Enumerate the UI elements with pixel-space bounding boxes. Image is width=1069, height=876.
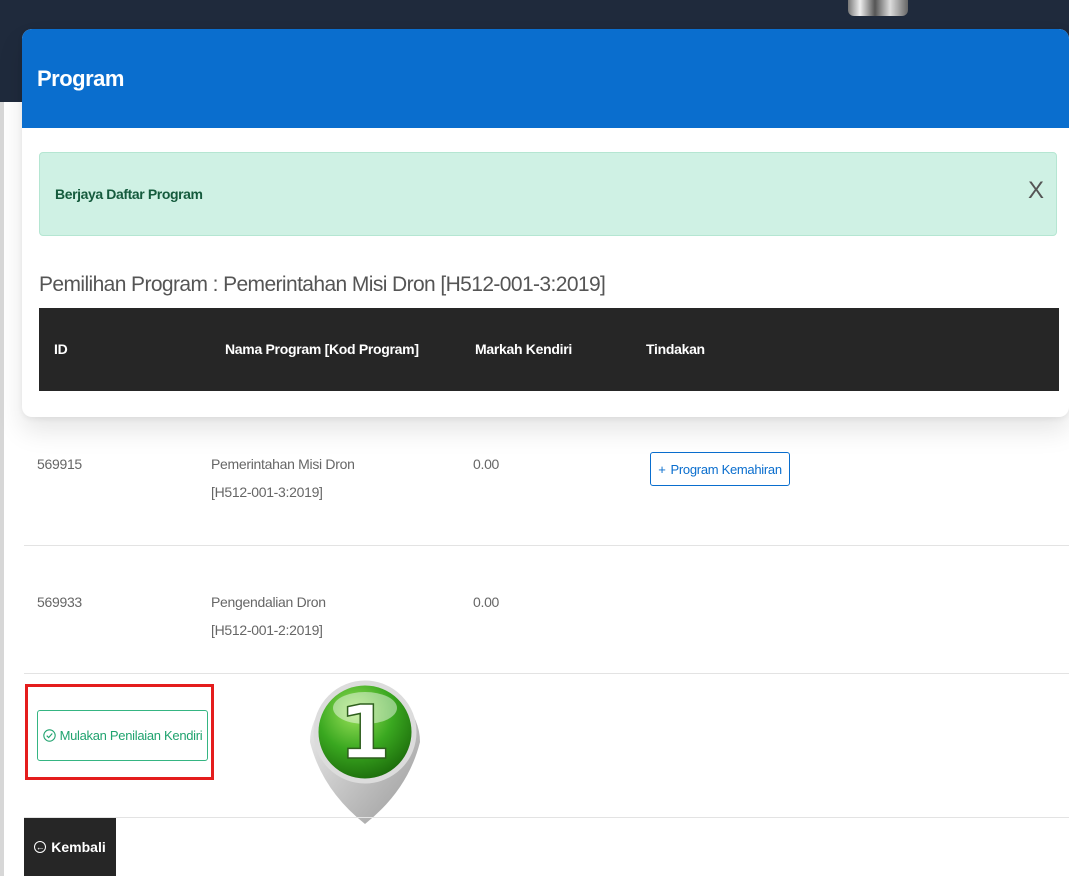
alert-message: Berjaya Daftar Program — [55, 186, 203, 202]
header-name: Nama Program [Kod Program] — [225, 341, 419, 357]
row-code: [H512-001-3:2019] — [211, 484, 323, 500]
selection-title: Pemilihan Program : Pemerintahan Misi Dr… — [39, 273, 606, 296]
row-divider — [24, 545, 1069, 546]
header-id: ID — [54, 341, 68, 357]
row-divider — [24, 817, 1069, 818]
header-action: Tindakan — [646, 341, 705, 357]
header-artwork — [848, 0, 908, 16]
row-id: 569933 — [37, 594, 82, 610]
row-name: Pemerintahan Misi Dron — [211, 456, 355, 472]
step-number: 1 — [339, 690, 391, 776]
card-title: Program — [37, 65, 124, 91]
left-border — [0, 102, 4, 876]
row-name: Pengendalian Dron — [211, 594, 326, 610]
alert-close-button[interactable]: X — [1028, 177, 1044, 205]
row-score: 0.00 — [473, 594, 500, 610]
success-alert: Berjaya Daftar Program X — [39, 152, 1057, 236]
row-divider — [24, 673, 1069, 674]
table-header: ID Nama Program [Kod Program] Markah Ken… — [39, 308, 1059, 391]
button-label: Kembali — [51, 839, 106, 855]
row-score: 0.00 — [473, 456, 500, 472]
button-label: Program Kemahiran — [670, 461, 783, 477]
card-header: Program — [22, 29, 1069, 128]
highlight-box — [25, 684, 214, 780]
row-id: 569915 — [37, 456, 82, 472]
header-score: Markah Kendiri — [475, 341, 572, 357]
back-button[interactable]: ← Kembali — [24, 818, 116, 876]
arrow-left-circle-icon: ← — [34, 841, 47, 853]
program-card: Program Berjaya Daftar Program X Pemilih… — [22, 29, 1069, 417]
step-marker-icon: 1 — [310, 680, 420, 824]
add-program-kemahiran-button[interactable]: + Program Kemahiran — [650, 452, 790, 486]
row-code: [H512-001-2:2019] — [211, 622, 323, 638]
plus-icon: + — [658, 461, 666, 477]
